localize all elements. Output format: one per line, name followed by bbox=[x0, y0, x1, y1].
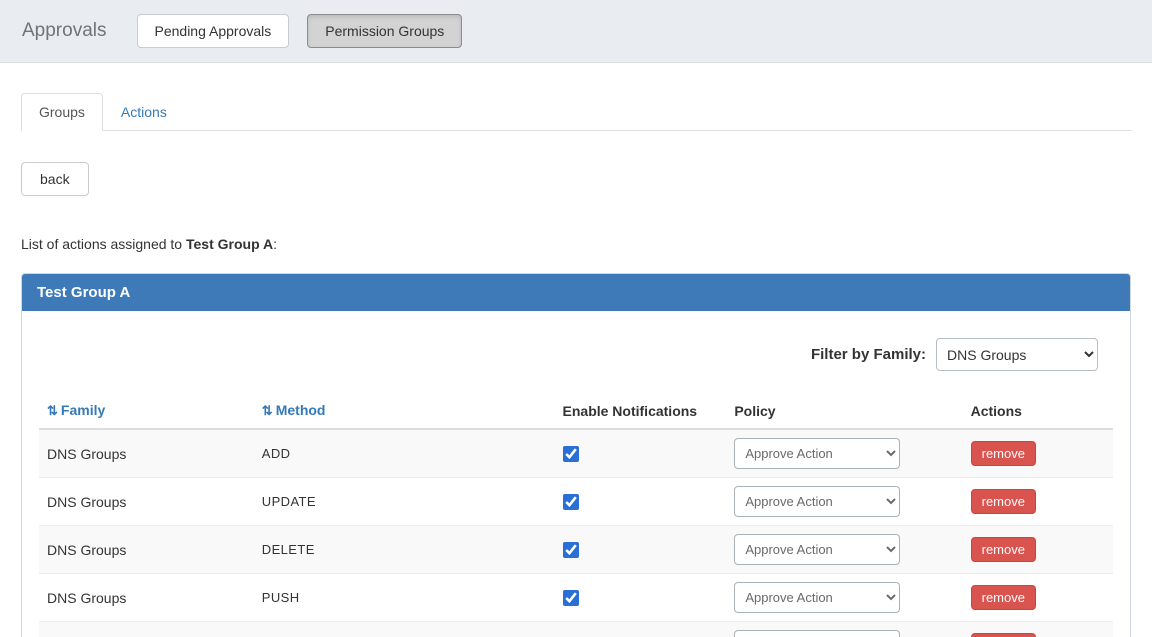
panel-header-title: Test Group A bbox=[22, 274, 1130, 311]
table-body: DNS Groups ADD Approve Action remove DNS… bbox=[39, 429, 1113, 637]
sort-icon: ⇅ bbox=[47, 403, 58, 418]
filter-row: Filter by Family: DNS Groups bbox=[22, 326, 1130, 371]
table-row: DNS Groups PUSH Approve Action remove bbox=[39, 573, 1113, 622]
intro-text: List of actions assigned to Test Group A… bbox=[21, 236, 1131, 252]
method-cell: BULKMOVEZONES bbox=[253, 621, 555, 637]
family-cell: DNS Groups bbox=[39, 477, 254, 526]
panel-body: Filter by Family: DNS Groups ⇅ Family ⇅ Me… bbox=[22, 311, 1130, 637]
tab-groups[interactable]: Groups bbox=[21, 93, 103, 131]
method-cell: PUSH bbox=[253, 573, 555, 622]
table-row: DNS Groups DELETE Approve Action remove bbox=[39, 525, 1113, 574]
enable-notifications-checkbox[interactable] bbox=[562, 494, 579, 511]
family-filter-select[interactable]: DNS Groups bbox=[936, 338, 1098, 371]
group-name: Test Group A bbox=[186, 236, 274, 252]
enable-notifications-checkbox[interactable] bbox=[562, 542, 579, 559]
tab-actions[interactable]: Actions bbox=[103, 93, 185, 131]
enable-notifications-checkbox[interactable] bbox=[562, 446, 579, 463]
family-cell: DNS Groups bbox=[47, 445, 127, 462]
table-row: DNS Groups BULKMOVEZONES Approve Action … bbox=[39, 621, 1113, 637]
remove-button[interactable]: remove bbox=[970, 537, 1036, 562]
method-cell: UPDATE bbox=[253, 477, 555, 526]
permission-groups-button[interactable]: Permission Groups bbox=[307, 14, 463, 48]
intro-suffix: : bbox=[273, 236, 278, 252]
table-row: DNS Groups ADD Approve Action remove bbox=[39, 429, 1113, 478]
table-row: DNS Groups UPDATE Approve Action remove bbox=[39, 477, 1113, 526]
method-cell: DELETE bbox=[253, 525, 555, 574]
actions-column-header: Actions bbox=[962, 393, 1113, 430]
method-column-label: Method bbox=[275, 402, 326, 418]
policy-select[interactable]: Approve Action bbox=[734, 630, 901, 637]
filter-by-family-label: Filter by Family: bbox=[810, 346, 926, 363]
top-bar: Approvals Pending Approvals Permission G… bbox=[0, 0, 1152, 63]
family-column-header[interactable]: ⇅ Family bbox=[39, 393, 254, 430]
remove-button[interactable]: remove bbox=[970, 489, 1036, 514]
policy-select[interactable]: Approve Action bbox=[734, 486, 901, 517]
method-column-header[interactable]: ⇅ Method bbox=[253, 393, 555, 430]
sort-icon: ⇅ bbox=[261, 403, 273, 418]
method-cell: ADD bbox=[261, 446, 291, 461]
page-title: Approvals bbox=[22, 20, 107, 41]
table-header: ⇅ Family ⇅ Method Enable Notifications Pol… bbox=[39, 393, 1113, 430]
policy-select[interactable]: Approve Action bbox=[734, 534, 901, 565]
main-content: Groups Actions back List of actions assi… bbox=[0, 63, 1152, 637]
group-panel: Test Group A Filter by Family: DNS Group… bbox=[21, 273, 1131, 637]
policy-column-header: Policy bbox=[726, 393, 963, 430]
policy-select[interactable]: Approve Action bbox=[734, 438, 901, 469]
intro-prefix: List of actions assigned to bbox=[21, 236, 186, 252]
family-cell: DNS Groups bbox=[39, 621, 254, 637]
remove-button[interactable]: remove bbox=[970, 633, 1036, 637]
remove-button[interactable]: remove bbox=[970, 441, 1036, 466]
actions-table: ⇅ Family ⇅ Method Enable Notifications Pol… bbox=[39, 393, 1113, 637]
policy-select[interactable]: Approve Action bbox=[734, 582, 901, 613]
family-cell: DNS Groups bbox=[39, 525, 254, 574]
remove-button[interactable]: remove bbox=[970, 585, 1036, 610]
enable-notifications-checkbox[interactable] bbox=[562, 590, 579, 607]
back-button[interactable]: back bbox=[21, 162, 89, 196]
tab-bar: Groups Actions bbox=[21, 93, 1131, 131]
family-column-label: Family bbox=[60, 402, 106, 418]
family-cell: DNS Groups bbox=[39, 573, 254, 622]
notifications-column-header: Enable Notifications bbox=[554, 393, 727, 430]
pending-approvals-button[interactable]: Pending Approvals bbox=[136, 14, 290, 48]
